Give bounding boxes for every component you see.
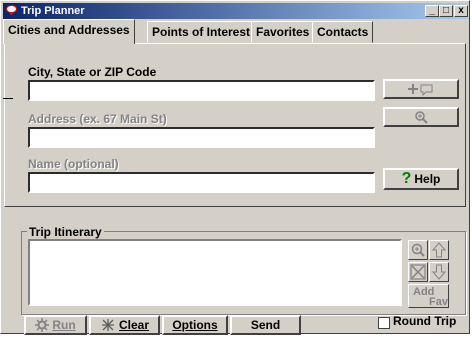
help-button[interactable]: ? Help xyxy=(383,168,459,190)
run-button[interactable]: Run xyxy=(24,315,87,335)
name-input[interactable] xyxy=(28,172,375,193)
maximize-button[interactable]: □ xyxy=(439,5,453,17)
clear-button[interactable]: Clear xyxy=(89,315,160,335)
move-down-button[interactable] xyxy=(429,262,449,282)
send-label: Send xyxy=(250,318,281,332)
window-title: Trip Planner xyxy=(21,5,85,17)
address-input[interactable] xyxy=(28,127,375,148)
add-to-route-icon xyxy=(408,84,433,96)
round-trip-checkbox[interactable] xyxy=(378,317,390,329)
delete-stop-button[interactable] xyxy=(408,262,428,282)
add-fav-label-line2: Fav xyxy=(429,296,448,308)
add-destination-button[interactable] xyxy=(383,79,459,99)
options-button[interactable]: Options xyxy=(162,315,228,335)
help-label: Help xyxy=(414,172,441,186)
itinerary-list[interactable] xyxy=(28,239,402,306)
magnifier-icon xyxy=(415,111,428,124)
tab-favorites[interactable]: Favorites xyxy=(251,21,315,43)
close-button[interactable]: x xyxy=(454,5,468,17)
magnifier-icon xyxy=(411,243,425,257)
options-label: Options xyxy=(172,318,218,332)
run-label: Run xyxy=(52,318,76,332)
help-icon: ? xyxy=(401,170,412,187)
arrow-down-icon xyxy=(431,264,447,280)
arrow-up-icon xyxy=(431,242,447,258)
tab-cities-and-addresses[interactable]: Cities and Addresses xyxy=(3,19,135,44)
city-input[interactable] xyxy=(28,80,375,101)
trip-planner-window: Trip Planner _ □ x Cities and Addresses … xyxy=(0,0,470,335)
gear-icon xyxy=(35,318,50,332)
add-favorite-button[interactable]: Add Fav xyxy=(408,284,449,308)
tab-contacts[interactable]: Contacts xyxy=(312,21,374,43)
delete-icon xyxy=(410,264,426,280)
name-label: Name (optional) xyxy=(28,157,119,171)
minimize-button[interactable]: _ xyxy=(425,5,439,17)
zoom-locate-button[interactable] xyxy=(383,107,459,127)
tab-points-of-interest[interactable]: Points of Interest xyxy=(147,21,256,43)
app-icon xyxy=(6,5,17,16)
clear-label: Clear xyxy=(118,318,150,332)
move-up-button[interactable] xyxy=(429,240,449,260)
address-label: Address (ex. 67 Main St) xyxy=(28,112,167,126)
send-button[interactable]: Send xyxy=(230,315,301,335)
round-trip-label: Round Trip xyxy=(393,314,457,328)
edge-mark xyxy=(3,98,13,99)
city-label: City, State or ZIP Code xyxy=(28,65,157,79)
title-bar[interactable]: Trip Planner _ □ x xyxy=(3,3,468,19)
trip-itinerary-label: Trip Itinerary xyxy=(27,225,104,239)
clear-icon xyxy=(101,319,114,331)
zoom-stop-button[interactable] xyxy=(408,240,428,260)
